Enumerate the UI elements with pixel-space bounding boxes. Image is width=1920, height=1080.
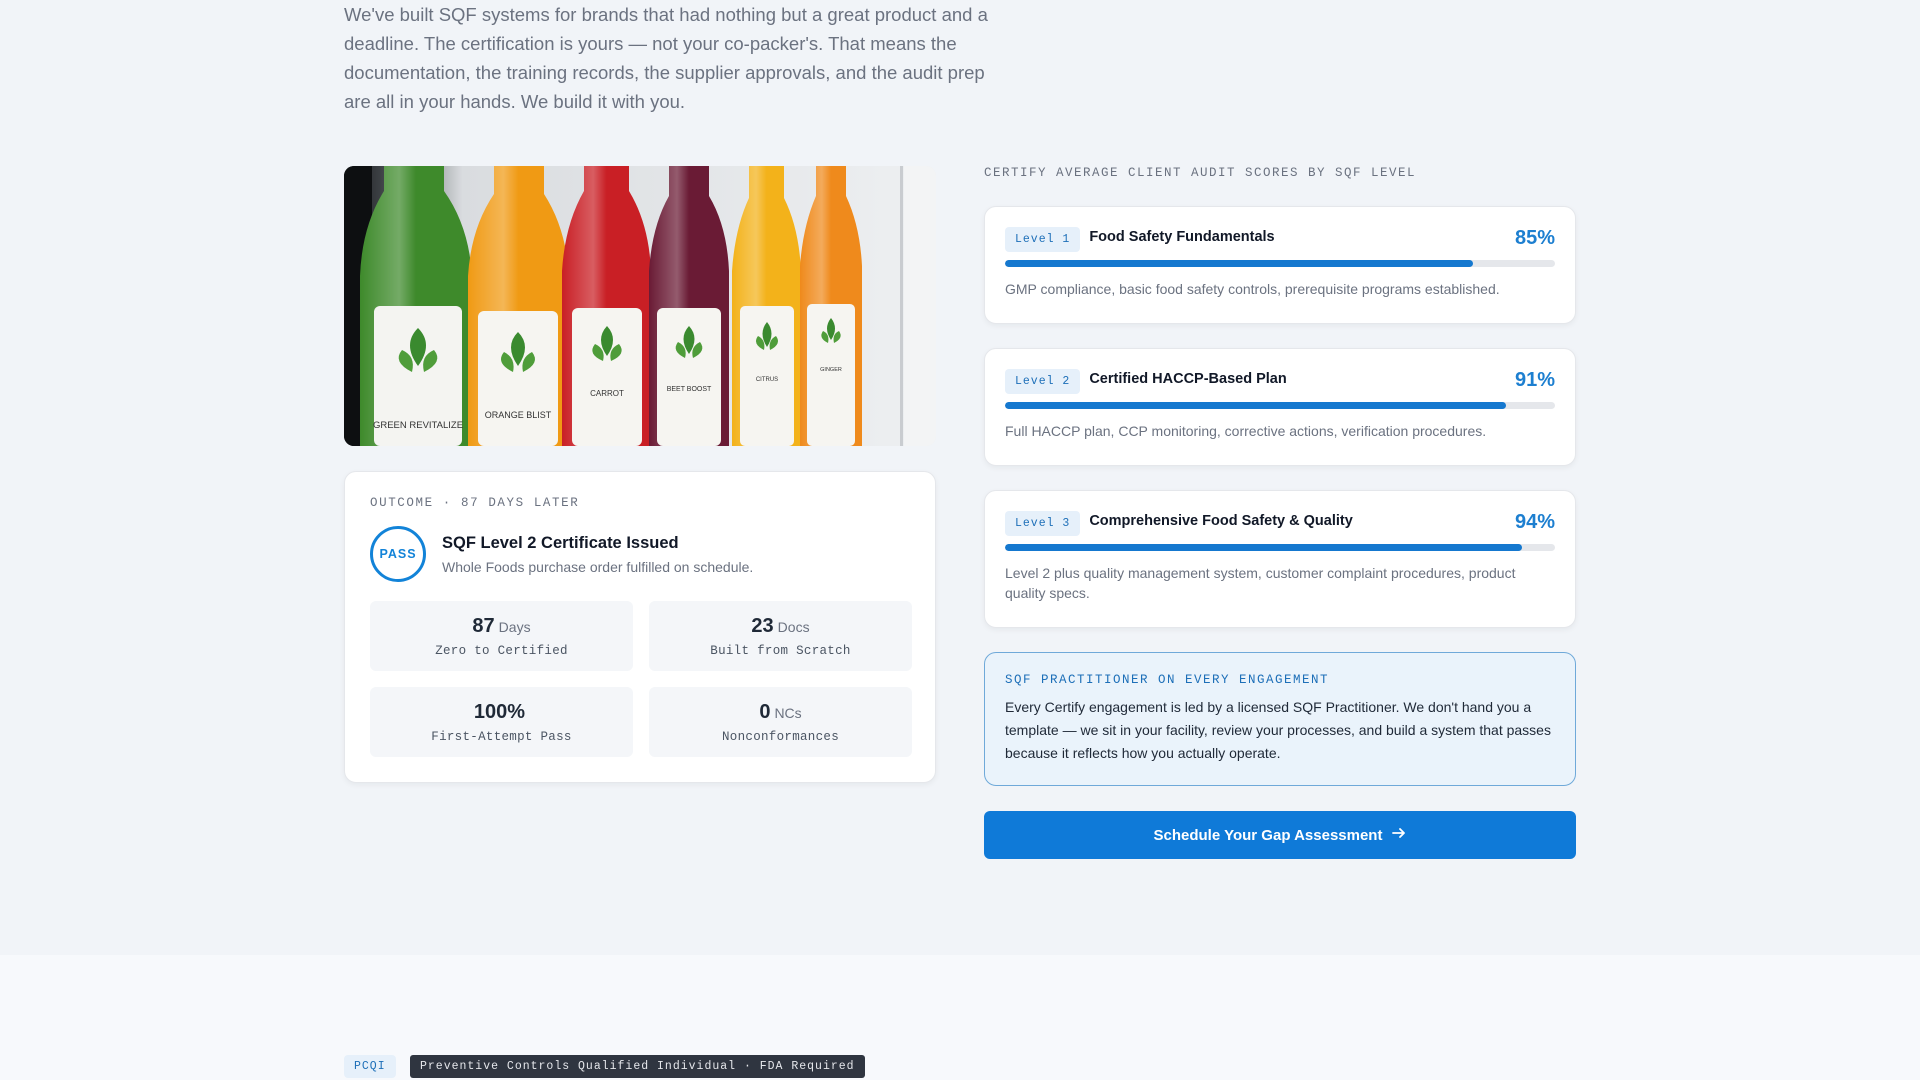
level-score: 85%	[1514, 227, 1555, 249]
stat-number: 23	[751, 614, 774, 637]
stat-label: First-Attempt Pass	[431, 729, 572, 744]
stat-label: Nonconformances	[721, 729, 840, 744]
score-bar-fill	[1005, 544, 1522, 551]
bottle-label-text: ORANGE BLIST	[485, 410, 552, 420]
score-bar-track	[1005, 260, 1555, 267]
pcqi-tag: PCQI	[344, 1055, 396, 1078]
outcome-subtitle: Whole Foods purchase order fulfilled on …	[442, 558, 754, 575]
level-tag: Level 1	[1005, 227, 1081, 252]
level-title: Food Safety Fundamentals	[1089, 228, 1275, 245]
cta-label: Schedule Your Gap Assessment	[1153, 826, 1383, 844]
stat-number: 87	[472, 614, 495, 637]
level-card-2: Level 2 Certified HACCP-Based Plan 91% F…	[984, 348, 1576, 466]
level-title: Certified HACCP-Based Plan	[1089, 370, 1287, 387]
bottle-label-text: CITRUS	[756, 377, 778, 383]
score-bar-track	[1005, 544, 1555, 551]
level-score: 94%	[1514, 511, 1555, 533]
level-title: Comprehensive Food Safety & Quality	[1089, 512, 1353, 529]
scores-section-label: CERTIFY AVERAGE CLIENT AUDIT SCORES BY S…	[984, 166, 1417, 180]
arrow-right-icon	[1392, 826, 1406, 844]
level-card-3: Level 3 Comprehensive Food Safety & Qual…	[984, 490, 1576, 628]
schedule-gap-assessment-button[interactable]: Schedule Your Gap Assessment	[984, 811, 1576, 859]
bottle-label-text: GINGER	[820, 367, 842, 373]
stat-unit: NCs	[774, 704, 802, 721]
stat-label: Zero to Certified	[435, 643, 568, 658]
practitioner-title: SQF PRACTITIONER ON EVERY ENGAGEMENT	[1005, 673, 1330, 687]
intro-paragraph: We've built SQF systems for brands that …	[344, 4, 988, 112]
practitioner-callout: SQF PRACTITIONER ON EVERY ENGAGEMENT Eve…	[984, 652, 1576, 786]
stat-number: 100%	[473, 700, 526, 723]
stat-label: Built from Scratch	[710, 643, 851, 658]
outcome-stats: 87 Days Zero to Certified 23 Docs Built fr…	[370, 601, 912, 757]
pass-badge: PASS	[370, 526, 426, 582]
juice-bottles-photo: GREEN REVITALIZE ORANGE BLIST CARROT BEE…	[344, 166, 936, 446]
stat-unit: Docs	[777, 618, 810, 635]
level-card-1: Level 1 Food Safety Fundamentals 85% GMP…	[984, 206, 1576, 324]
stat-unit: Days	[498, 618, 531, 635]
level-description: GMP compliance, basic food safety contro…	[1005, 281, 1500, 297]
stat-docs: 23 Docs Built from Scratch	[649, 601, 912, 671]
level-tag: Level 2	[1005, 369, 1081, 394]
level-description: Level 2 plus quality management system, …	[1005, 565, 1516, 601]
stat-pass-rate: 100% First-Attempt Pass	[370, 687, 633, 757]
outcome-eyebrow: OUTCOME · 87 DAYS LATER	[370, 496, 580, 510]
outcome-header: PASS SQF Level 2 Certificate Issued Whol…	[370, 526, 910, 582]
outcome-card: OUTCOME · 87 DAYS LATER PASS SQF Level 2…	[344, 471, 936, 783]
level-description: Full HACCP plan, CCP monitoring, correct…	[1005, 423, 1487, 439]
bottle-label-text: GREEN REVITALIZE	[373, 420, 463, 431]
score-bar-fill	[1005, 402, 1506, 409]
lower-section	[0, 955, 1920, 1080]
level-tag: Level 3	[1005, 511, 1081, 536]
stat-days: 87 Days Zero to Certified	[370, 601, 633, 671]
score-bar-fill	[1005, 260, 1473, 267]
score-bar-track	[1005, 402, 1555, 409]
outcome-title: SQF Level 2 Certificate Issued	[442, 533, 679, 552]
stat-number: 0	[759, 700, 771, 723]
level-score: 91%	[1514, 369, 1555, 391]
practitioner-body: Every Certify engagement is led by a lic…	[1005, 699, 1551, 761]
stat-nonconformances: 0 NCs Nonconformances	[649, 687, 912, 757]
bottle-label-text: BEET BOOST	[667, 386, 712, 393]
outcome-text: SQF Level 2 Certificate Issued Whole Foo…	[442, 534, 753, 575]
pcqi-description-chip: Preventive Controls Qualified Individual…	[410, 1055, 865, 1078]
bottle-label-text: CARROT	[590, 389, 624, 398]
